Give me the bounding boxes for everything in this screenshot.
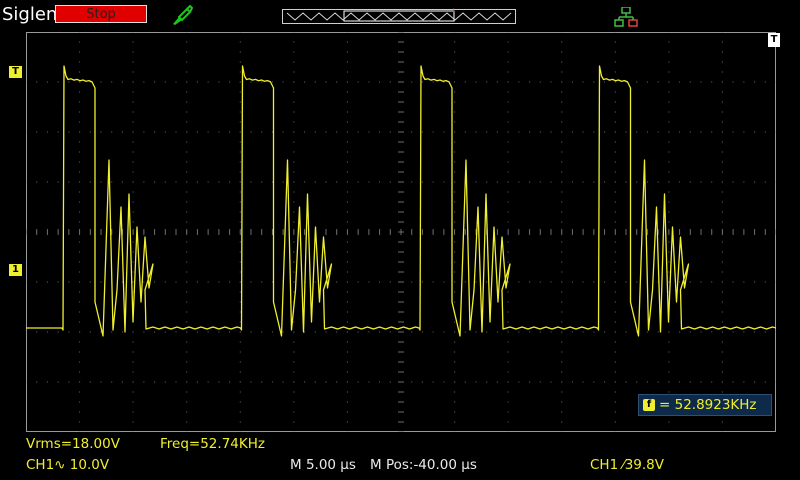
frequency-counter: f = 52.8923KHz xyxy=(638,394,772,416)
svg-text:T: T xyxy=(451,8,456,14)
counter-value: = 52.8923KHz xyxy=(659,397,757,413)
ch1-scale[interactable]: CH1∿ 10.0V xyxy=(26,457,109,473)
counter-icon: f xyxy=(643,399,655,411)
measure-vrms: Vrms=18.00V xyxy=(26,436,120,452)
measure-freq: Freq=52.74KHz xyxy=(160,436,265,452)
timebase-scale[interactable]: M 5.00 µs xyxy=(290,457,356,473)
waveform-display[interactable] xyxy=(26,32,776,432)
horizontal-position[interactable]: M Pos:-40.00 µs xyxy=(370,457,477,473)
probe-icon xyxy=(173,4,194,25)
ch1-offset-marker[interactable]: 1 xyxy=(9,264,22,276)
trigger-level-marker[interactable]: T xyxy=(9,66,22,78)
trigger-setting[interactable]: CH1 ⁄39.8V xyxy=(590,457,664,473)
network-icon xyxy=(614,7,638,27)
ch1-waveform xyxy=(26,65,776,337)
timebase-window-icon[interactable]: T xyxy=(282,8,516,25)
run-stop-button[interactable]: Stop xyxy=(55,5,147,23)
trigger-position-marker[interactable]: T xyxy=(768,33,780,47)
